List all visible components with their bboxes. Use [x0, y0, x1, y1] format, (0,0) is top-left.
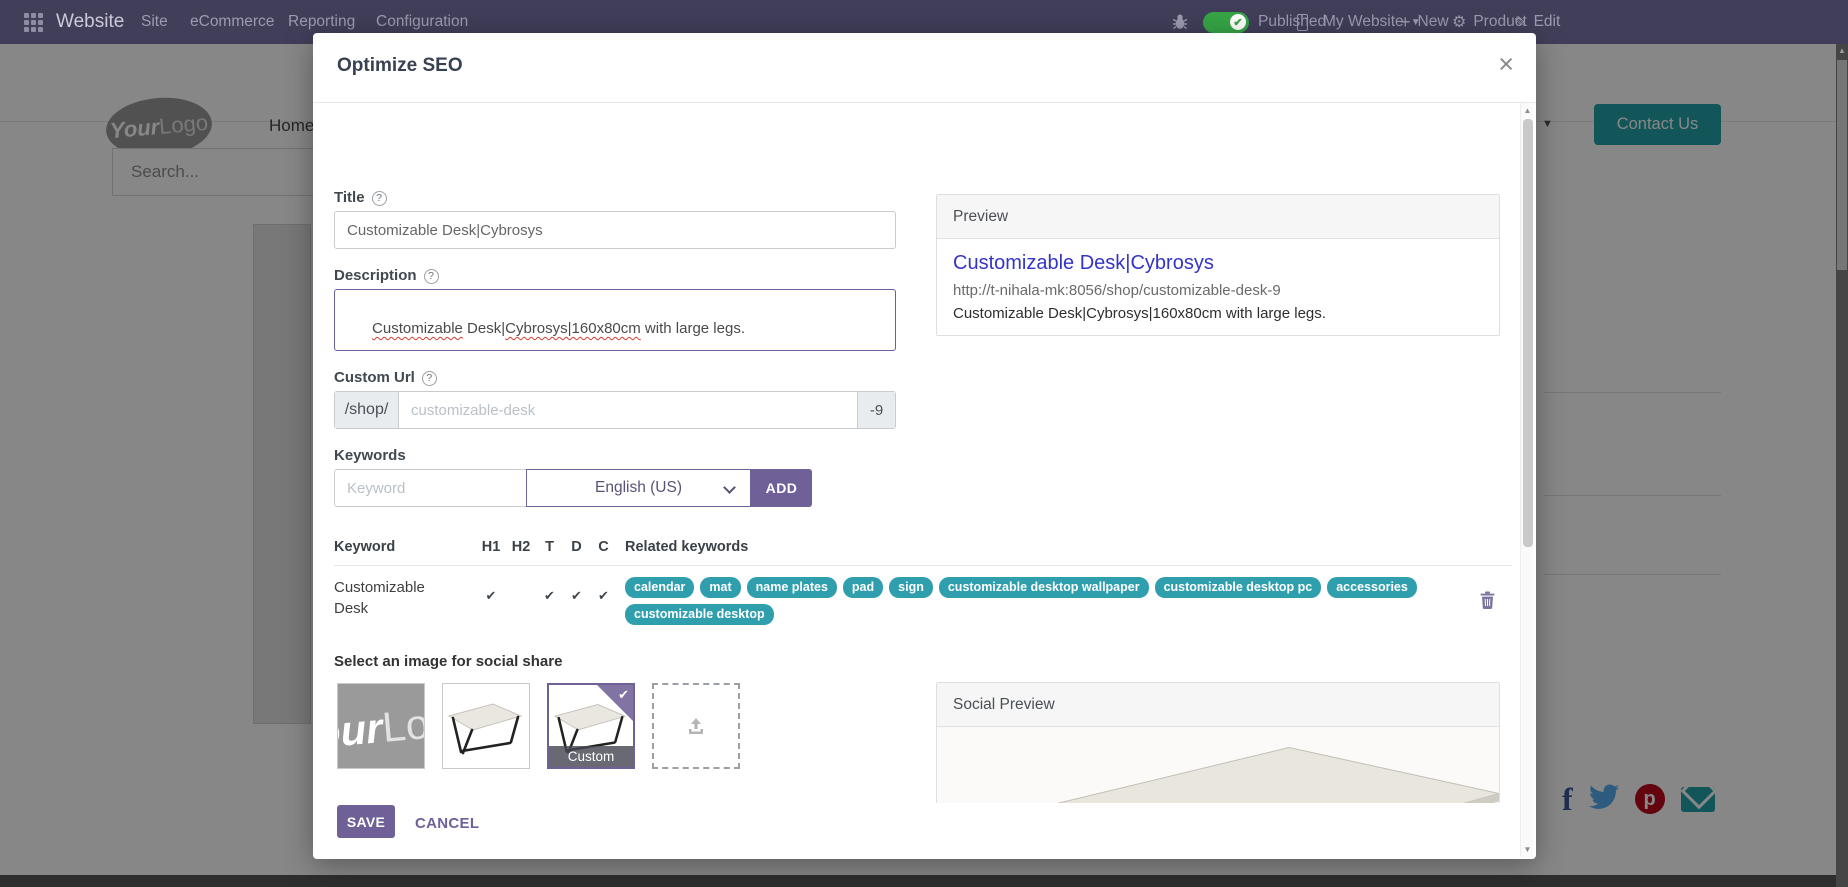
page-scrollbar-thumb[interactable]	[1837, 60, 1847, 270]
scroll-down-icon[interactable]: ▼	[1521, 845, 1534, 854]
related-keyword-badge[interactable]: name plates	[746, 577, 837, 598]
scroll-up-icon[interactable]: ▲	[1521, 106, 1534, 115]
related-keyword-badge[interactable]: customizable desktop pc	[1154, 577, 1322, 598]
title-value: Customizable Desk|Cybrosys	[347, 221, 543, 239]
selected-check-icon: ✔	[618, 687, 629, 702]
custom-url-label: Custom Url?	[334, 369, 437, 386]
col-h2: H2	[511, 539, 531, 555]
edit-label: Edit	[1533, 13, 1561, 30]
add-keyword-button[interactable]: ADD	[751, 469, 812, 507]
check-d: ✔	[571, 588, 582, 603]
dialog-footer: SAVE CANCEL	[313, 803, 1536, 859]
cancel-button[interactable]: CANCEL	[415, 815, 479, 832]
trash-icon[interactable]	[1480, 591, 1495, 609]
url-prefix: /shop/	[335, 392, 399, 428]
website-switcher-label: My Website	[1323, 13, 1404, 30]
help-icon[interactable]: ?	[423, 268, 439, 284]
keyword-table-row: Customizable Desk ✔ ✔ ✔ ✔ calendar mat nam…	[334, 577, 1471, 625]
check-c: ✔	[598, 588, 609, 603]
optimize-seo-dialog: Optimize SEO × Title? Customizable Desk|…	[313, 33, 1536, 859]
seo-preview-card: Preview Customizable Desk|Cybrosys http:…	[936, 194, 1500, 336]
new-label: New	[1417, 13, 1449, 30]
help-icon[interactable]: ?	[421, 370, 437, 386]
dialog-header: Optimize SEO ×	[313, 33, 1536, 103]
related-keywords: calendar mat name plates pad sign customizabl…	[625, 577, 1471, 625]
image-option-custom-selected[interactable]: ✔ Custom	[547, 683, 635, 769]
dialog-scrollbar[interactable]: ▲ ▼	[1520, 103, 1533, 857]
preview-url: http://t-nihala-mk:8056/shop/customizabl…	[953, 282, 1281, 299]
description-part: Customizable	[372, 320, 463, 337]
col-h1: H1	[481, 539, 501, 555]
related-keyword-badge[interactable]: customizable desktop wallpaper	[938, 577, 1149, 598]
social-preview-card: Social Preview	[936, 682, 1500, 803]
help-icon[interactable]: ?	[371, 190, 387, 206]
keyword-input[interactable]: Keyword	[334, 469, 527, 507]
brand-website[interactable]: Website	[56, 0, 124, 44]
col-t: T	[545, 539, 554, 555]
description-part: Cybrosys|160x80cm	[505, 320, 641, 337]
related-keyword-badge[interactable]: accessories	[1327, 577, 1417, 598]
language-select[interactable]: English (US)	[526, 469, 751, 507]
related-keyword-badge[interactable]: customizable desktop	[625, 604, 774, 625]
related-keyword-badge[interactable]: pad	[842, 577, 884, 598]
keyword-add-row: Keyword English (US) ADD	[334, 469, 812, 507]
description-label: Description?	[334, 267, 439, 284]
close-icon[interactable]: ×	[1498, 49, 1514, 79]
related-keyword-badge[interactable]: sign	[889, 577, 933, 598]
chevron-down-icon	[723, 481, 736, 494]
custom-url-group: /shop/ customizable-desk -9	[334, 391, 896, 429]
col-keyword: Keyword	[334, 539, 396, 555]
image-option-desk[interactable]	[442, 683, 530, 769]
logo-image: Your Logo	[338, 684, 424, 768]
upload-icon	[689, 718, 703, 734]
description-part: with large legs.	[640, 320, 745, 337]
gear-icon: ⚙	[1452, 14, 1467, 31]
custom-url-input[interactable]: customizable-desk	[399, 392, 857, 428]
language-selected-value: English (US)	[595, 479, 682, 496]
keyword-cell: Customizable Desk	[334, 579, 425, 617]
pencil-icon: ✎	[1514, 14, 1527, 31]
col-related: Related keywords	[625, 539, 749, 555]
custom-image-label: Custom	[549, 746, 633, 767]
image-option-logo[interactable]: Your Logo	[337, 683, 425, 769]
check-circle-icon: ✔	[1230, 14, 1246, 30]
page-scroll-up-icon[interactable]: ▲	[1836, 46, 1848, 55]
related-keyword-badge[interactable]: mat	[700, 577, 741, 598]
upload-image-button[interactable]	[652, 683, 740, 769]
preview-description: Customizable Desk|Cybrosys|160x80cm with…	[953, 305, 1326, 322]
description-textarea[interactable]: Customizable Desk|Cybrosys|160x80cm with…	[334, 289, 896, 351]
keyword-table-header: Keyword H1 H2 T D C Related keywords	[334, 539, 748, 555]
dialog-title: Optimize SEO	[337, 55, 463, 76]
preview-card-header: Preview	[937, 195, 1499, 239]
menu-ecommerce[interactable]: eCommerce	[190, 0, 274, 44]
table-divider	[334, 565, 1512, 566]
keywords-label: Keywords	[334, 447, 406, 464]
menu-site[interactable]: Site	[141, 0, 168, 44]
social-image-picker: Your Logo ✔ Custom	[337, 683, 740, 769]
page-scrollbar[interactable]: ▲	[1836, 44, 1848, 887]
check-h1: ✔	[485, 588, 497, 603]
col-d: D	[571, 539, 582, 555]
apps-grid-icon	[24, 12, 43, 32]
dialog-body: Title? Customizable Desk|Cybrosys Descri…	[313, 103, 1523, 803]
plus-icon: +	[1400, 11, 1411, 32]
social-preview-image	[937, 727, 1499, 803]
social-preview-header: Social Preview	[937, 683, 1499, 727]
toggle-pill: ✔	[1203, 11, 1249, 33]
url-suffix: -9	[857, 392, 895, 428]
title-label: Title?	[334, 189, 387, 206]
related-keyword-badge[interactable]: calendar	[625, 577, 695, 598]
social-share-label: Select an image for social share	[334, 653, 563, 670]
col-c: C	[598, 539, 609, 555]
check-t: ✔	[544, 588, 555, 603]
preview-link[interactable]: Customizable Desk|Cybrosys	[953, 252, 1483, 275]
description-part: Desk|	[462, 320, 506, 337]
title-input[interactable]: Customizable Desk|Cybrosys	[334, 211, 896, 249]
save-button[interactable]: SAVE	[337, 805, 395, 838]
dialog-scrollbar-thumb[interactable]	[1522, 119, 1533, 547]
apps-menu-button[interactable]	[24, 0, 43, 44]
